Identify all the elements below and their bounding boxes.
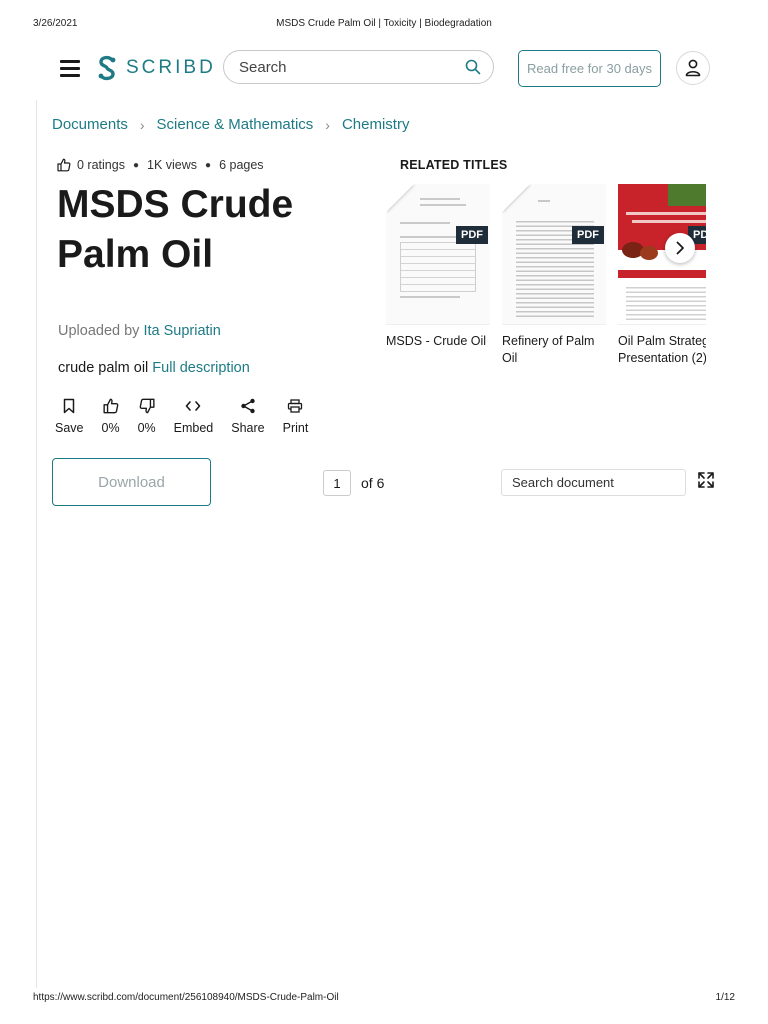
related-title: Oil Palm Strateg Presentation (2): [618, 334, 706, 365]
thumbs-up-icon: [57, 158, 71, 172]
description-text: crude palm oil: [58, 360, 149, 376]
related-card[interactable]: PDF Refinery of Palm Oil: [502, 184, 606, 367]
pages-count: 6 pages: [219, 158, 264, 172]
breadcrumb-documents[interactable]: Documents: [52, 116, 128, 133]
downvote-percent: 0%: [137, 421, 156, 435]
uploader-line: Uploaded by Ita Supriatin: [58, 323, 221, 339]
related-carousel: PDF MSDS - Crude Oil PDF Refinery of Pal…: [386, 184, 706, 374]
upvote-button[interactable]: 0%: [102, 396, 120, 435]
page-divider: [36, 100, 37, 988]
print-label: Print: [282, 421, 309, 435]
related-title: MSDS - Crude Oil: [386, 334, 487, 348]
related-card[interactable]: PDF MSDS - Crude Oil: [386, 184, 490, 350]
full-description-link[interactable]: Full description: [152, 360, 250, 376]
print-url: https://www.scribd.com/document/25610894…: [33, 992, 339, 1003]
share-button[interactable]: Share: [231, 396, 265, 435]
document-title: MSDS Crude Palm Oil: [57, 183, 294, 276]
scribd-logo[interactable]: SCRIBD: [96, 55, 216, 81]
chevron-right-icon: [676, 241, 684, 255]
logo-text: SCRIBD: [126, 57, 216, 78]
printer-icon: [288, 399, 303, 413]
breadcrumb-science-mathematics[interactable]: Science & Mathematics: [157, 116, 314, 133]
related-card[interactable]: PDF Oil Palm Strateg Presentation (2): [618, 184, 706, 367]
pdf-badge: PDF: [572, 226, 604, 244]
carousel-next-button[interactable]: [665, 233, 695, 263]
save-button[interactable]: Save: [55, 396, 84, 435]
uploader-link[interactable]: Ita Supriatin: [143, 323, 220, 339]
bookmark-icon: [64, 398, 75, 414]
embed-label: Embed: [173, 421, 214, 435]
action-bar: Save 0% 0% Embed Share Print: [55, 396, 326, 435]
description: crude palm oil Full description: [58, 360, 250, 376]
uploaded-by-label: Uploaded by: [58, 323, 140, 339]
embed-button[interactable]: Embed: [173, 396, 214, 435]
fullscreen-icon[interactable]: [697, 471, 715, 489]
download-button[interactable]: Download: [52, 458, 211, 506]
search-icon[interactable]: [465, 59, 481, 75]
document-search-input[interactable]: [512, 475, 688, 490]
page-number-input[interactable]: [323, 470, 351, 496]
page-count-label: of 6: [361, 475, 385, 491]
chevron-right-icon: ›: [139, 116, 145, 133]
print-title: MSDS Crude Palm Oil | Toxicity | Biodegr…: [276, 18, 492, 29]
user-icon: [685, 59, 701, 77]
related-title: Refinery of Palm Oil: [502, 334, 595, 365]
thumbs-down-icon: [139, 398, 155, 414]
share-icon: [241, 398, 255, 414]
breadcrumb: Documents › Science & Mathematics › Chem…: [52, 116, 409, 133]
read-free-button[interactable]: Read free for 30 days: [518, 50, 661, 87]
bullet-separator: ●: [205, 159, 212, 171]
document-meta: 0 ratings ● 1K views ● 6 pages: [57, 158, 264, 172]
document-thumbnail: PDF: [502, 184, 606, 325]
views-count: 1K views: [147, 158, 198, 172]
search-input[interactable]: [239, 58, 465, 76]
print-page-number: 1/12: [715, 992, 735, 1003]
site-search[interactable]: [223, 50, 494, 84]
related-titles-header: RELATED TITLES: [400, 158, 508, 172]
scribd-logo-icon: [98, 55, 116, 81]
save-label: Save: [55, 421, 84, 435]
ratings-count: 0 ratings: [77, 158, 125, 172]
bullet-separator: ●: [132, 159, 139, 171]
upvote-percent: 0%: [101, 421, 120, 435]
code-icon: [186, 401, 201, 411]
downvote-button[interactable]: 0%: [138, 396, 156, 435]
document-search[interactable]: [501, 469, 688, 496]
chevron-right-icon: ›: [325, 116, 330, 133]
print-button[interactable]: Print: [282, 396, 309, 435]
document-thumbnail: PDF: [386, 184, 490, 325]
share-label: Share: [231, 421, 265, 435]
profile-button[interactable]: [676, 51, 710, 85]
breadcrumb-chemistry[interactable]: Chemistry: [342, 116, 410, 133]
thumbs-up-icon: [102, 398, 118, 414]
menu-icon[interactable]: [60, 60, 80, 77]
pdf-badge: PDF: [456, 226, 488, 244]
